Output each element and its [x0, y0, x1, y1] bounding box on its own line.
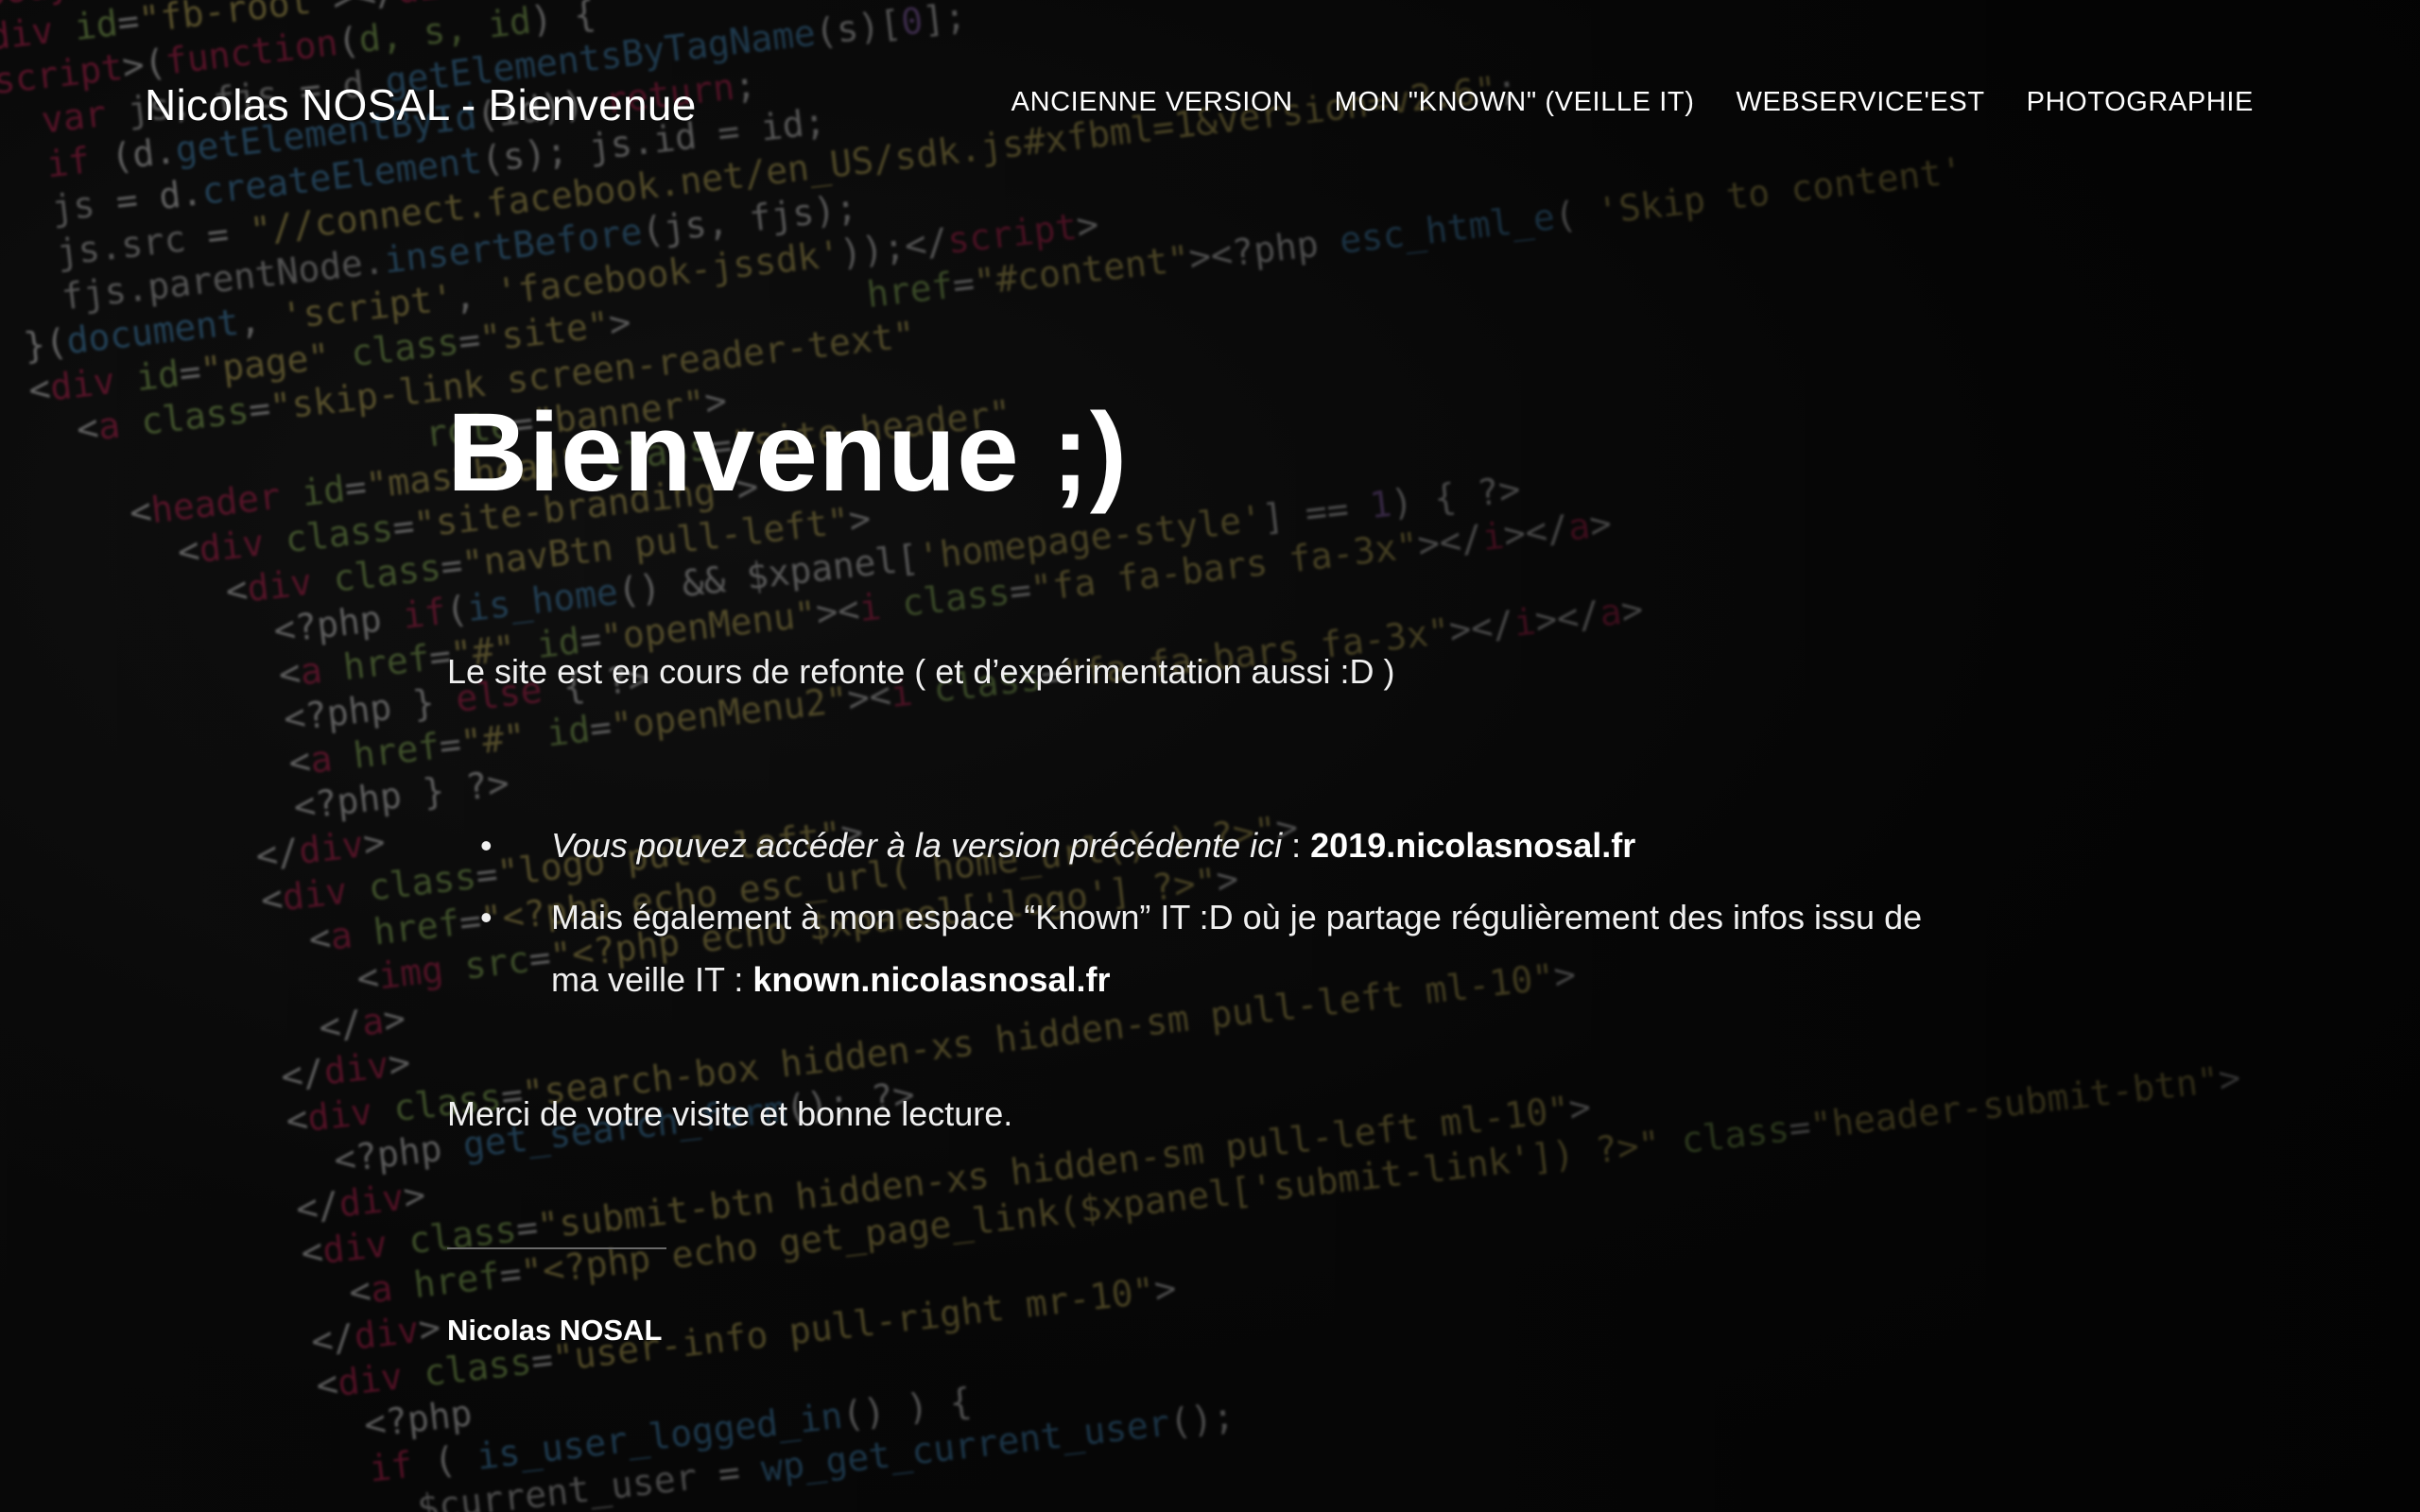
page-title: Bienvenue ;): [447, 390, 1129, 515]
site-title-link[interactable]: Nicolas NOSAL - Bienvenue: [145, 79, 697, 130]
thanks-text: Merci de votre visite et bonne lecture.: [447, 1094, 1013, 1133]
nav-item-photographie[interactable]: PHOTOGRAPHIE: [2027, 87, 2254, 118]
main-navigation: ANCIENNE VERSION MON "KNOWN" (VEILLE IT)…: [1011, 87, 2254, 118]
divider: [447, 1247, 666, 1249]
previous-version-text: Vous pouvez accéder à la version précéde…: [551, 826, 1283, 865]
bullet: •: [480, 826, 493, 865]
bullet: •: [480, 898, 493, 936]
nav-item-known-veille-it[interactable]: MON "KNOWN" (VEILLE IT): [1335, 87, 1695, 118]
links-list: • Vous pouvez accéder à la version précé…: [480, 815, 1979, 1011]
previous-version-link[interactable]: 2019.nicolasnosal.fr: [1310, 826, 1635, 865]
author-signature: Nicolas NOSAL: [447, 1314, 663, 1347]
list-item-previous-version: • Vous pouvez accéder à la version précé…: [480, 815, 1979, 877]
list-item-known: • Mais également à mon espace “Known” IT…: [480, 886, 1979, 1011]
nav-item-webservice[interactable]: WEBSERVICE'EST: [1736, 87, 1984, 118]
known-link[interactable]: known.nicolasnosal.fr: [752, 960, 1110, 999]
main-content: Bienvenue ;) Le site est en cours de ref…: [447, 397, 1979, 1348]
nav-item-ancienne-version[interactable]: ANCIENNE VERSION: [1011, 87, 1293, 118]
intro-text: Le site est en cours de refonte ( et d’e…: [447, 652, 1395, 691]
separator: :: [1282, 826, 1311, 865]
